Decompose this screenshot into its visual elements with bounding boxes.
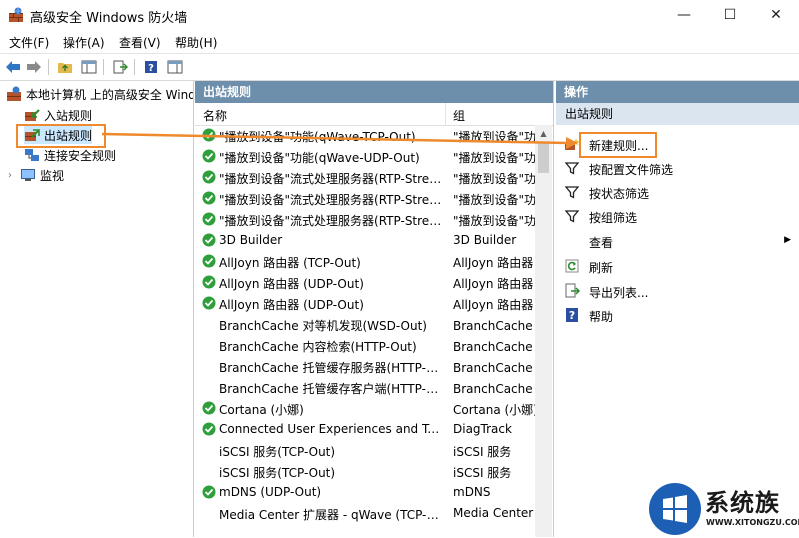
windows-logo-icon (649, 483, 701, 535)
annotation-arrow (101, 132, 578, 149)
watermark-name: 系统族 (705, 489, 780, 517)
watermark-logo: 系统族 WWW.XITONGZU.COM (649, 481, 799, 537)
watermark-url: WWW.XITONGZU.COM (706, 518, 799, 527)
